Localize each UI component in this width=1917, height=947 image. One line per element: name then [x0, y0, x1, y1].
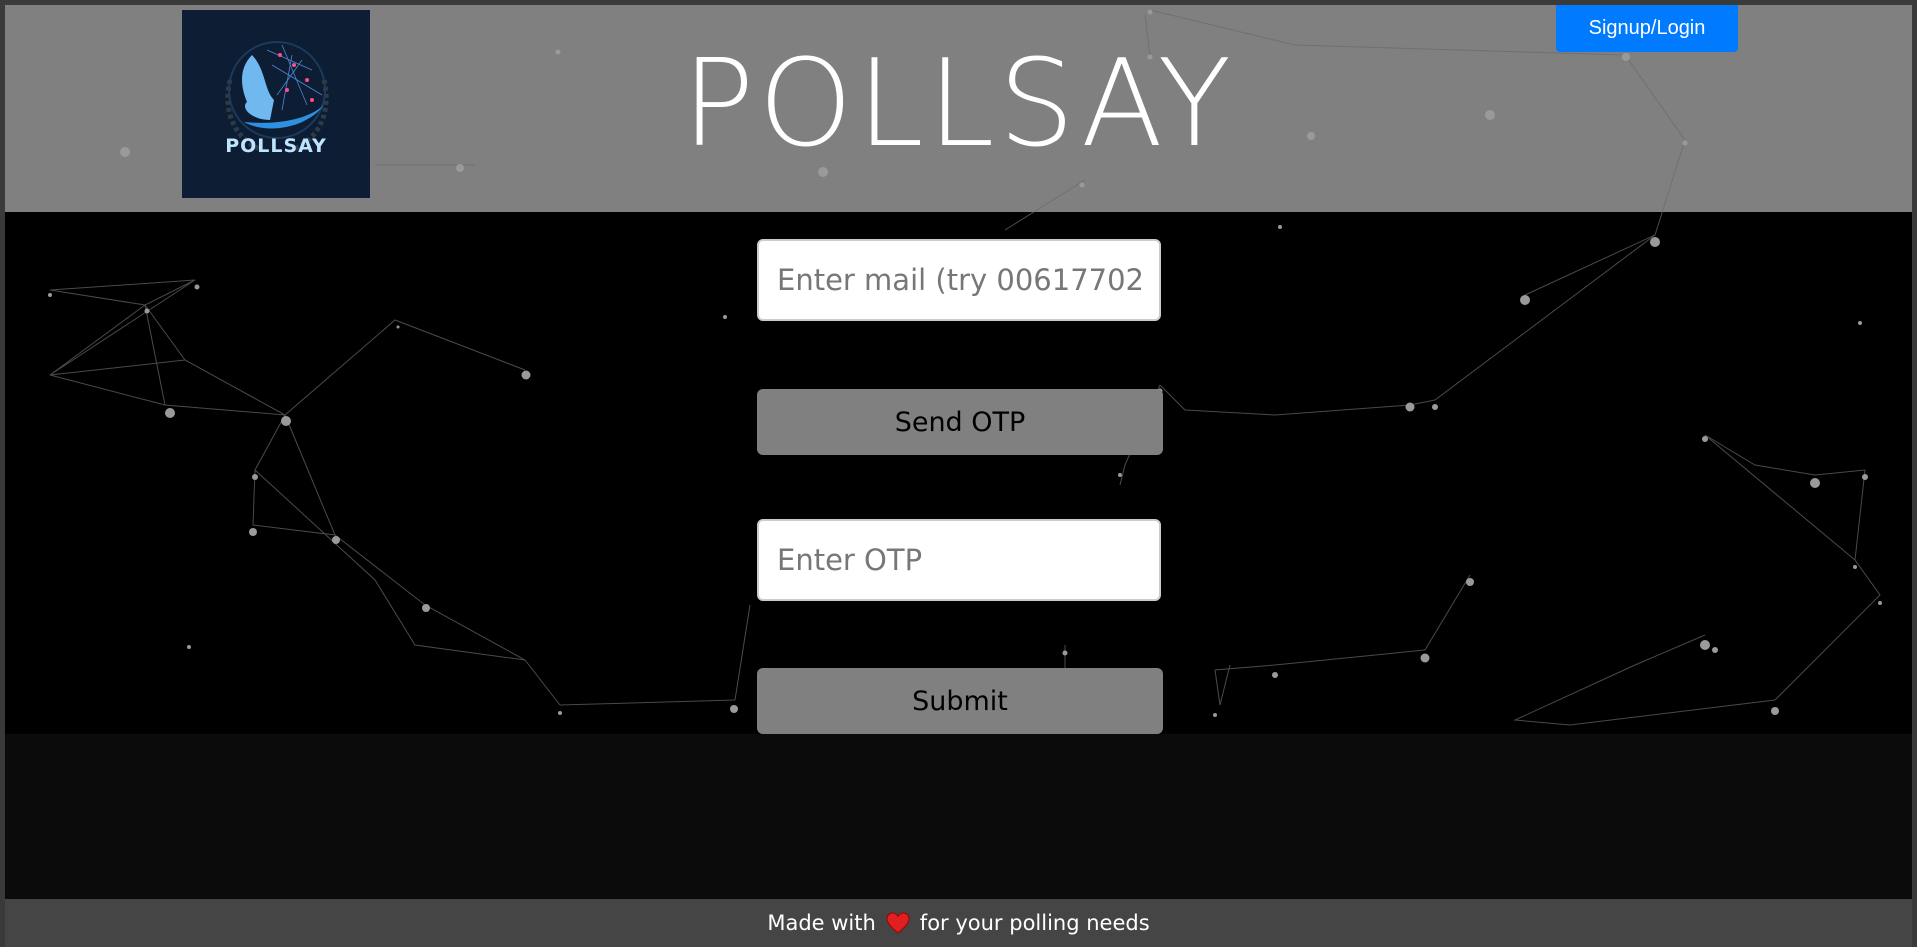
heart-icon	[886, 912, 910, 934]
page-frame: POLLSAY POLLSAY Signup/Login Send OTP Su…	[5, 5, 1912, 947]
submit-button[interactable]: Submit	[757, 668, 1163, 734]
email-input[interactable]	[757, 239, 1161, 321]
site-footer: Made with for your polling needs	[5, 899, 1912, 947]
footer-text-before: Made with	[767, 911, 876, 935]
send-otp-button[interactable]: Send OTP	[757, 389, 1163, 455]
blank-section	[5, 734, 1912, 899]
site-title: POLLSAY	[682, 35, 1235, 174]
footer-text-after: for your polling needs	[919, 911, 1150, 935]
signup-login-button[interactable]: Signup/Login	[1556, 5, 1738, 52]
otp-input[interactable]	[757, 519, 1161, 601]
